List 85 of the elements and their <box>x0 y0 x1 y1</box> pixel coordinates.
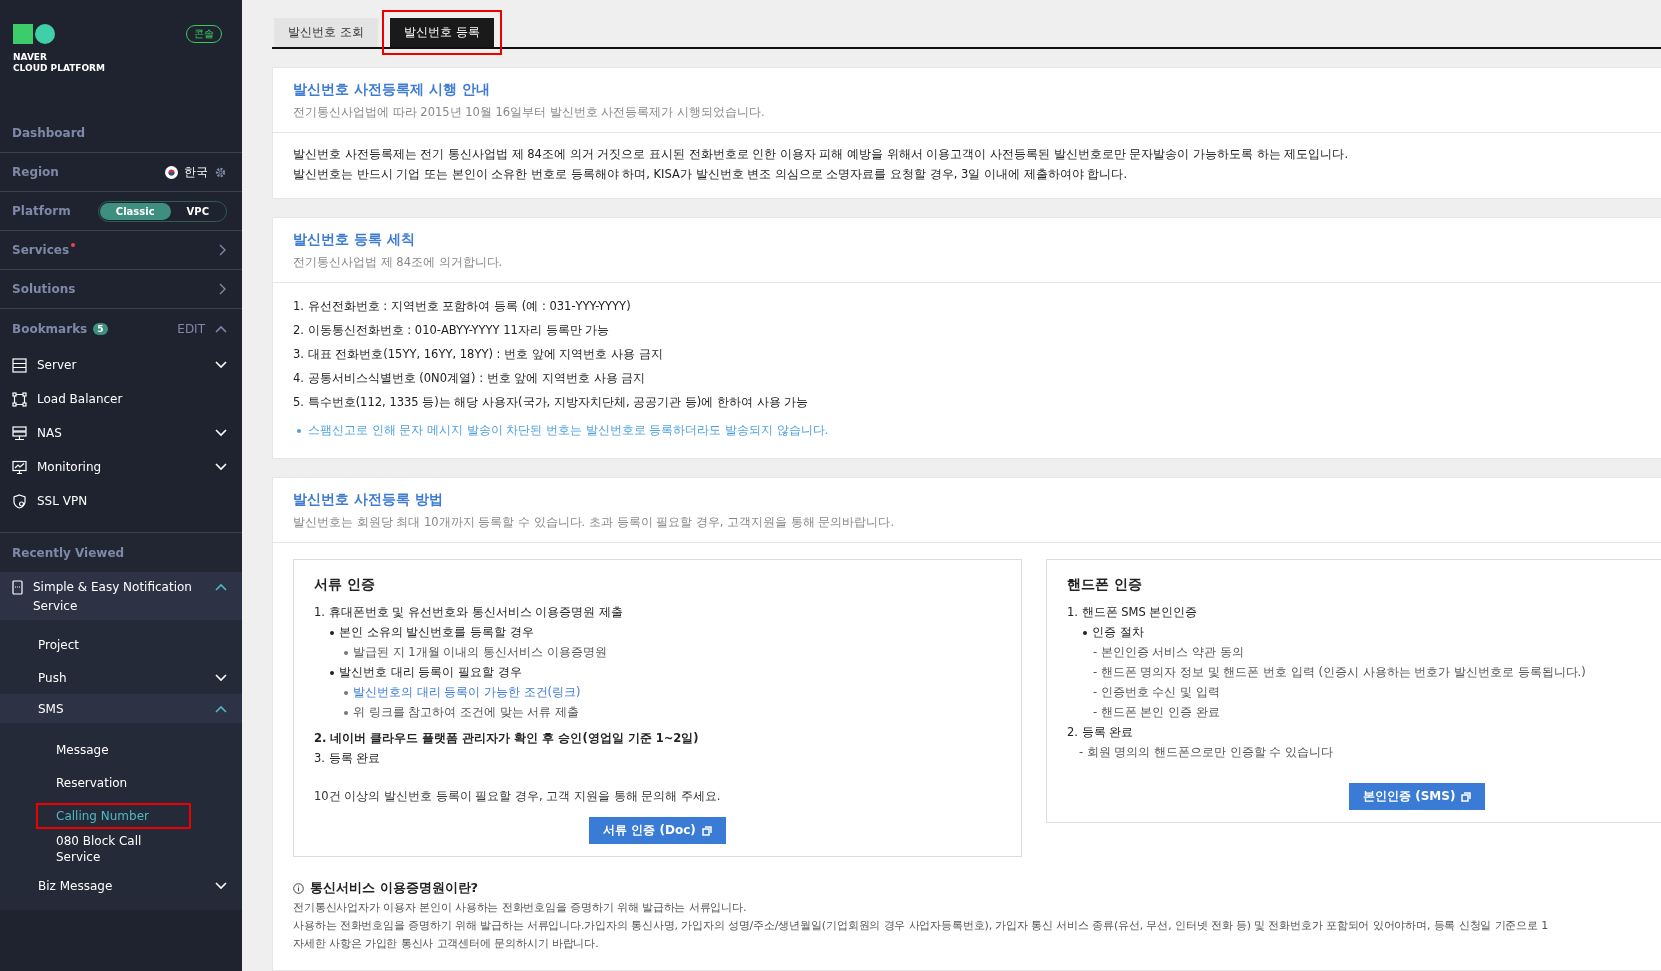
step-text: 2. 등록 완료 <box>1067 725 1134 740</box>
step-text: 2. 네이버 클라우드 플랫폼 관리자가 확인 후 승인(영업일 기준 1~2일) <box>314 731 699 746</box>
bullet-icon <box>344 650 348 655</box>
settings-icon[interactable] <box>214 165 227 179</box>
rule-text: 1. 유선전화번호 : 지역번호 포함하여 등록 (예 : 031-YYY-YYYY) <box>293 299 632 314</box>
submenu-item[interactable]: 080 Block Call Service <box>36 827 227 870</box>
bullet-icon <box>344 690 348 695</box>
verify-button[interactable]: 서류 인증 (Doc) <box>589 817 726 844</box>
section-title: 발신번호 사전등록제 시행 안내 <box>293 81 491 99</box>
info-text: 전기통신사업자가 이용자 본인이 사용하는 전화번호임을 증명하기 위해 발급하는 서류입니다. <box>293 900 747 915</box>
submenu-item[interactable]: Project <box>18 631 122 658</box>
rule-text: 2. 이동통신전화번호 : 010-ABYY-YYYY 11자리 등록만 가능 <box>293 323 611 338</box>
notice-text: 발신번호는 반드시 기업 또는 본인이 소유한 번호로 등록해야 하며, KISA가 발신번호 변조 의심으로 소명자료를 요청할 경우, 3일 이내에 제출하여야 합니다. <box>293 167 1129 182</box>
edit-link[interactable]: EDIT <box>177 321 205 336</box>
step-text: - 본인인증 서비스 약관 동의 <box>1093 645 1244 660</box>
info-text: 사용하는 전화번호임을 증명하기 위해 발급하는 서류입니다.가입자의 통신사명, 가입자의 성명/주소/생년월일(기업회원의 경우 사업자등록번호), 가입자 통신 서비스 종류(유선, 무선, 인터넷 전화 등) 및 전화번호가 포함되어 있어야하며, 등록 신청일 기준으로 1 <box>293 918 1549 933</box>
bookmark-item[interactable]: Server <box>37 355 205 375</box>
bullet-icon <box>344 710 348 715</box>
platform-option[interactable]: Classic <box>99 202 171 220</box>
section-title: 발신번호 등록 세칙 <box>293 231 416 249</box>
bullet-icon <box>1083 630 1087 635</box>
section-subtitle: 전기통신사업법 제 84조에 의거합니다. <box>293 255 504 270</box>
verify-button[interactable]: 본인인증 (SMS) <box>1349 783 1486 810</box>
section-subtitle: 전기통신사업법에 따라 2015년 10월 16일부터 발신번호 사전등록제가 시행되었습니다. <box>293 105 766 120</box>
bullet-icon <box>330 670 334 675</box>
condition-link[interactable]: 발신번호의 대리 등록이 가능한 조건(링크) <box>353 685 581 700</box>
menu-link[interactable]: Services <box>12 243 70 257</box>
shield-icon <box>12 493 27 509</box>
count-badge: 5 <box>93 322 108 335</box>
bullet-icon <box>330 630 334 635</box>
step-text: 발신번호 대리 등록이 필요할 경우 <box>339 665 522 680</box>
submenu-item[interactable]: Calling Number <box>36 802 191 829</box>
step-text: 본인 소유의 발신번호를 등록할 경우 <box>339 625 534 640</box>
submenu-item[interactable]: Push <box>18 664 109 691</box>
tab[interactable]: 발신번호 등록 <box>389 18 494 47</box>
info-text: 자세한 사항은 가입한 통신사 고객센터에 문의하시기 바랍니다. <box>293 936 599 951</box>
menu-link[interactable]: Solutions <box>12 282 76 296</box>
info-title: 통신서비스 이용증명원이란? <box>310 879 479 897</box>
section-subtitle: 발신번호는 회원당 최대 10개까지 등록할 수 있습니다. 초과 등록이 필요할 경우, 고객지원을 통해 문의바랍니다. <box>293 515 896 530</box>
storage-icon <box>12 425 27 441</box>
step-text: 인증 절차 <box>1092 625 1144 640</box>
bookmark-item[interactable]: Load Balancer <box>37 389 227 409</box>
rule-text: 4. 공통서비스식별번호 (0N0계열) : 번호 앞에 지역번호 사용 금지 <box>293 371 647 386</box>
bookmarks-label: Bookmarks <box>12 321 88 336</box>
rule-text: 3. 대표 전화번호(15YY, 16YY, 18YY) : 번호 앞에 지역번호 사용 금지 <box>293 347 664 362</box>
platform-label: Platform <box>12 204 71 218</box>
logo-icon <box>13 24 55 44</box>
platform-option[interactable]: VPC <box>170 202 225 220</box>
rule-text: 5. 특수번호(112, 1335 등)는 해당 사용자(국가, 지방자치단체, 공공기관 등)에 한하여 사용 가능 <box>293 395 810 410</box>
external-link-icon <box>1461 791 1472 802</box>
step-text: 1. 핸드폰 SMS 본인인증 <box>1067 605 1198 620</box>
notice-text: 발신번호 사전등록제는 전기 통신사업법 제 84조에 의거 거짓으로 표시된 전화번호로 인한 이용자 피해 예방을 위해서 이용고객이 사전등록된 발신번호로만 문자발송이 가능하도록 하는 제도입니다. <box>293 147 1350 162</box>
submenu-item[interactable]: Biz Message <box>18 872 155 899</box>
bookmark-item[interactable]: SSL VPN <box>37 491 227 511</box>
logo-text: NAVER CLOUD PLATFORM <box>13 52 105 74</box>
flag-icon <box>165 165 178 179</box>
step-text: - 인증번호 수신 및 입력 <box>1093 685 1220 700</box>
box-title: 서류 인증 <box>314 576 376 594</box>
region-label: Region <box>12 165 59 179</box>
external-link-icon <box>701 825 712 836</box>
step-text: 발급된 지 1개월 이내의 통신서비스 이용증명원 <box>353 645 607 660</box>
server-icon <box>12 357 27 373</box>
tab[interactable]: 발신번호 조회 <box>274 18 378 47</box>
step-text: 3. 등록 완료 <box>314 751 381 766</box>
region-value[interactable]: 한국 <box>184 162 208 182</box>
step-text: - 회원 명의의 핸드폰으로만 인증할 수 있습니다 <box>1079 745 1334 760</box>
submenu-item[interactable]: Message <box>36 736 151 763</box>
phone-icon <box>12 580 23 595</box>
monitor-chart-icon <box>12 459 27 475</box>
bookmark-item[interactable]: NAS <box>37 423 205 443</box>
nodes-icon <box>12 391 27 407</box>
recently-viewed-label: Recently Viewed <box>12 545 125 560</box>
bookmark-item[interactable]: Monitoring <box>37 457 205 477</box>
dashboard-link[interactable]: Dashboard <box>12 126 86 140</box>
step-text: - 핸드폰 명의자 정보 및 핸드폰 번호 입력 (인증시 사용하는 번호가 발신번호로 등록됩니다.) <box>1093 665 1586 680</box>
box-title: 핸드폰 인증 <box>1067 576 1143 594</box>
submenu-item[interactable]: Reservation <box>36 769 170 796</box>
warning-text: 스팸신고로 인해 문자 메시지 발송이 차단된 번호는 발신번호로 등록하더라도 발송되지 않습니다. <box>308 423 829 438</box>
step-text: 10건 이상의 발신번호 등록이 필요할 경우, 고객 지원을 통해 문의해 주세요. <box>314 789 721 804</box>
step-text: 위 링크를 참고하여 조건에 맞는 서류 제출 <box>353 705 579 720</box>
step-text: - 핸드폰 본인 인증 완료 <box>1093 705 1220 720</box>
step-text: 1. 휴대폰번호 및 유선번호와 통신서비스 이용증명원 제출 <box>314 605 623 620</box>
bullet-icon <box>297 428 301 433</box>
section-title: 발신번호 사전등록 방법 <box>293 491 444 509</box>
info-icon <box>293 882 304 894</box>
